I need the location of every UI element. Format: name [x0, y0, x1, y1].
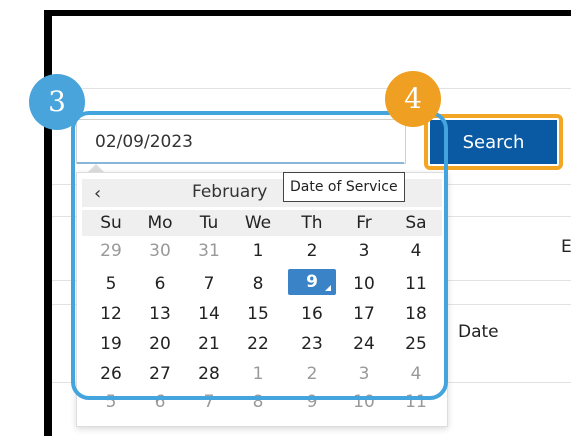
column-header-fragment: E: [561, 237, 571, 257]
divider: [52, 88, 571, 89]
row-label-date: Date: [458, 322, 499, 342]
step-3-badge: 3: [29, 74, 85, 130]
step-4-badge: 4: [385, 71, 441, 127]
callout-highlight-date-picker: [71, 111, 448, 400]
window-frame-top: [44, 10, 571, 16]
